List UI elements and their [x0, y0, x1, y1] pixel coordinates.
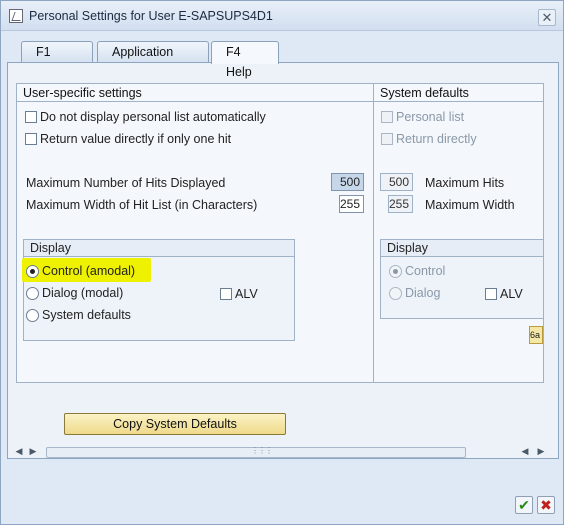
radio-dialog-modal[interactable]: Dialog (modal)	[26, 286, 123, 300]
radio-icon	[389, 286, 402, 300]
display-group-title: Display	[24, 240, 294, 257]
system-max-hits-value	[380, 173, 413, 191]
max-width-label: Maximum Width of Hit List (in Characters…	[26, 198, 258, 212]
checkbox-box	[25, 111, 37, 123]
no-personal-list-checkbox[interactable]: Do not display personal list automatical…	[25, 110, 266, 124]
checkbox-label: Return value directly if only one hit	[40, 132, 232, 146]
tab-application-help[interactable]: Application help	[97, 41, 209, 79]
checkbox-box	[381, 111, 393, 123]
radio-selected-icon	[389, 264, 402, 278]
column-divider	[373, 84, 374, 382]
checkbox-label: ALV	[500, 287, 523, 301]
checkbox-label: Return directly	[396, 132, 477, 146]
system-max-width-value	[388, 195, 413, 213]
max-width-input[interactable]	[339, 195, 364, 213]
radio-label: Dialog (modal)	[42, 286, 124, 300]
copy-system-defaults-button[interactable]: Copy System Defaults	[64, 413, 286, 435]
alv-checkbox[interactable]: ALV	[220, 287, 258, 301]
system-alv-checkbox: ALV	[485, 287, 523, 301]
max-hits-input[interactable]	[331, 173, 364, 191]
scroll-grip-icon: ⋮⋮⋮	[251, 446, 273, 455]
personal-settings-dialog: Personal Settings for User E-SAPSUPS4D1 …	[0, 0, 564, 525]
close-button[interactable]: ✕	[538, 9, 556, 26]
system-max-width-label: Maximum Width	[425, 198, 515, 212]
radio-control-amodal[interactable]: Control (amodal)	[26, 264, 135, 278]
radio-label: Control	[405, 264, 446, 278]
checkbox-label: Personal list	[396, 110, 465, 124]
close-icon: ✕	[541, 10, 553, 25]
checkbox-box	[25, 133, 37, 145]
checkbox-label: Do not display personal list automatical…	[40, 110, 266, 124]
tab-f1-help[interactable]: F1 Help	[21, 41, 93, 79]
radio-label: System defaults	[42, 308, 131, 322]
radio-label: Dialog	[405, 286, 441, 300]
max-hits-label: Maximum Number of Hits Displayed	[26, 176, 226, 190]
tab-content-frame: User-specific settings System defaults D…	[7, 62, 559, 459]
system-max-hits-label: Maximum Hits	[425, 176, 505, 190]
personal-list-checkbox-disabled: Personal list	[381, 110, 464, 124]
radio-selected-icon	[26, 264, 39, 278]
settings-panel: User-specific settings System defaults D…	[16, 83, 544, 383]
scroll-track[interactable]: ⋮⋮⋮	[46, 446, 466, 458]
edit-window-icon	[9, 9, 23, 23]
checkbox-box	[485, 288, 497, 300]
checkbox-box	[381, 133, 393, 145]
scroll-left-end-icon[interactable]: ◀	[520, 446, 530, 457]
system-display-title: Display	[381, 240, 543, 257]
radio-label: Control (amodal)	[42, 264, 136, 278]
horizontal-scrollbar[interactable]: ◀ ▶ ⋮⋮⋮ ◀ ▶	[14, 445, 550, 459]
scroll-right-icon[interactable]: ▶	[28, 446, 38, 457]
system-defaults-header: System defaults	[374, 84, 543, 102]
checkbox-box	[220, 288, 232, 300]
partial-button[interactable]: 6a	[529, 326, 543, 344]
x-cancel-icon: ✖	[540, 497, 552, 513]
system-radio-dialog: Dialog	[389, 286, 440, 300]
scroll-left-icon[interactable]: ◀	[14, 446, 24, 457]
checkmark-icon: ✔	[518, 497, 530, 513]
return-direct-checkbox[interactable]: Return value directly if only one hit	[25, 132, 231, 146]
return-directly-checkbox-disabled: Return directly	[381, 132, 477, 146]
radio-icon	[26, 286, 39, 300]
user-settings-header: User-specific settings	[17, 84, 373, 102]
radio-icon	[26, 308, 39, 322]
radio-system-defaults[interactable]: System defaults	[26, 308, 131, 322]
window-title: Personal Settings for User E-SAPSUPS4D1	[29, 9, 273, 23]
system-radio-control: Control	[389, 264, 445, 278]
scroll-right-end-icon[interactable]: ▶	[536, 446, 546, 457]
system-display-group: Display	[380, 239, 543, 319]
title-bar: Personal Settings for User E-SAPSUPS4D1 …	[1, 1, 563, 31]
cancel-button[interactable]: ✖	[537, 496, 555, 514]
ok-button[interactable]: ✔	[515, 496, 533, 514]
tab-f4-help[interactable]: F4 Help	[211, 41, 279, 79]
checkbox-label: ALV	[235, 287, 258, 301]
